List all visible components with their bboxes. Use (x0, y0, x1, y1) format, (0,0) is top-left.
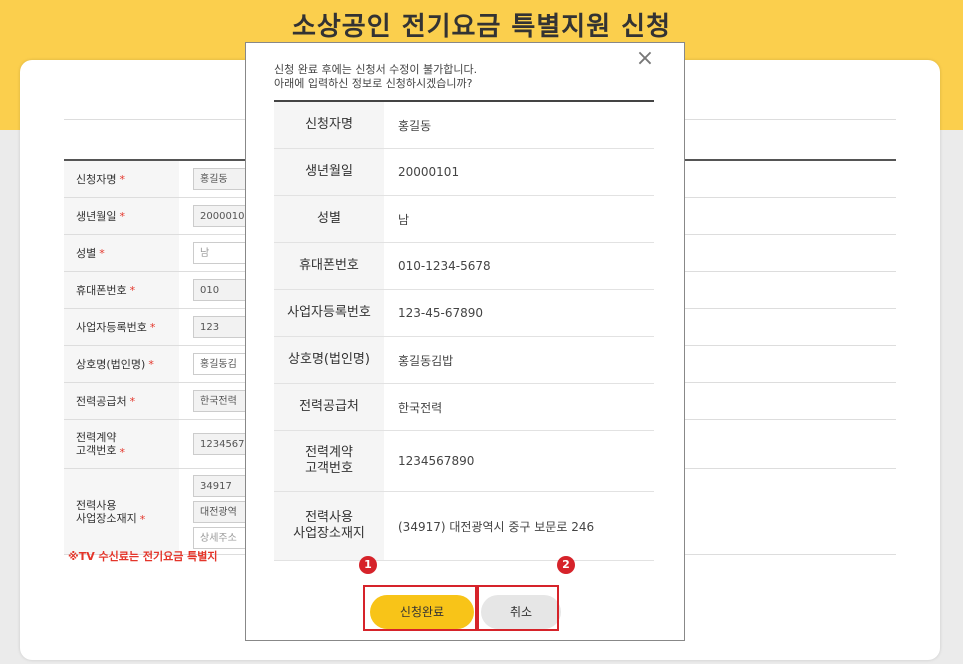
table-row: 전력사용 사업장소재지 (34917) 대전광역시 중구 보문로 246 (274, 492, 654, 561)
summary-value: 홍길동김밥 (398, 353, 454, 368)
table-row: 사업자등록번호 123-45-67890 (274, 290, 654, 337)
table-row: 상호명(법인명) 홍길동김밥 (274, 337, 654, 384)
summary-label: 생년월일 (274, 149, 384, 195)
highlight-box-submit (363, 585, 477, 631)
summary-label: 휴대폰번호 (274, 243, 384, 289)
summary-label: 성별 (274, 196, 384, 242)
summary-label: 전력공급처 (274, 384, 384, 430)
table-row: 전력공급처 한국전력 (274, 384, 654, 431)
summary-value: 20000101 (398, 165, 460, 179)
table-row: 휴대폰번호 010-1234-5678 (274, 243, 654, 290)
summary-label: 전력계약 고객번호 (274, 431, 384, 491)
confirm-dialog: 신청 완료 후에는 신청서 수정이 불가합니다. 아래에 입력하신 정보로 신청… (245, 42, 685, 641)
summary-value: 한국전력 (398, 400, 443, 415)
step-marker-2: 2 (557, 556, 575, 574)
highlight-box-cancel (477, 585, 559, 631)
summary-label: 전력사용 사업장소재지 (274, 492, 384, 560)
summary-table: 신청자명 홍길동 생년월일 20000101 성별 남 휴대폰번호 010-12… (274, 100, 654, 561)
summary-label: 신청자명 (274, 102, 384, 148)
modal-layer: 신청 완료 후에는 신청서 수정이 불가합니다. 아래에 입력하신 정보로 신청… (0, 0, 963, 664)
summary-value: 123-45-67890 (398, 306, 484, 320)
table-row: 전력계약 고객번호 1234567890 (274, 431, 654, 492)
table-row: 성별 남 (274, 196, 654, 243)
table-row: 신청자명 홍길동 (274, 102, 654, 149)
dialog-message: 신청 완료 후에는 신청서 수정이 불가합니다. 아래에 입력하신 정보로 신청… (274, 63, 478, 90)
summary-value: 남 (398, 212, 410, 227)
step-marker-1: 1 (359, 556, 377, 574)
summary-label: 상호명(법인명) (274, 337, 384, 383)
table-row: 생년월일 20000101 (274, 149, 654, 196)
close-icon[interactable]: × (635, 47, 655, 71)
summary-value: 1234567890 (398, 454, 475, 468)
summary-value: 010-1234-5678 (398, 259, 491, 273)
summary-label: 사업자등록번호 (274, 290, 384, 336)
summary-value: 홍길동 (398, 118, 432, 133)
summary-value: (34917) 대전광역시 중구 보문로 246 (398, 519, 595, 534)
